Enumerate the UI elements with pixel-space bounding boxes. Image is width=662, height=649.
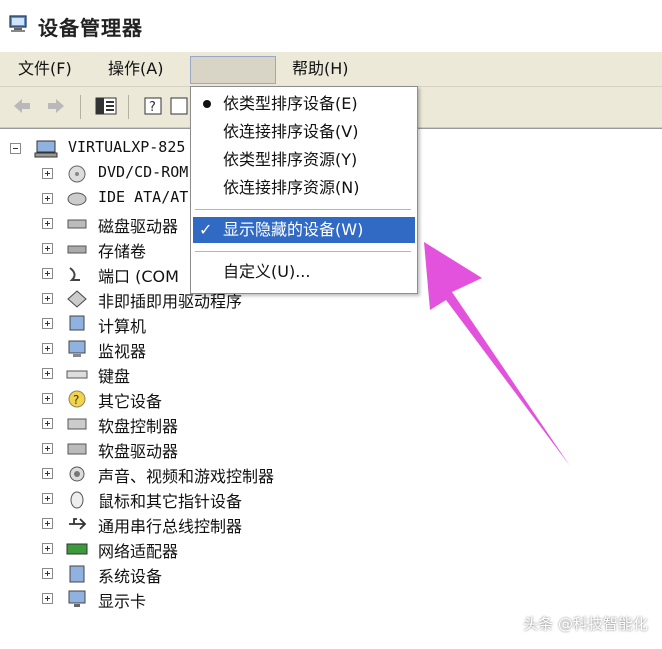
radio-bullet-icon xyxy=(203,100,211,108)
device-manager-icon xyxy=(9,15,27,32)
annotation-arrow-icon xyxy=(424,242,570,466)
computer-name: VIRTUALXP-825 xyxy=(68,138,186,156)
ide-controller-icon xyxy=(67,192,87,206)
network-adapter-icon xyxy=(66,543,88,555)
svg-text:?: ? xyxy=(73,393,79,407)
tree-item-label: 系统设备 xyxy=(98,567,163,586)
non-pnp-driver-icon xyxy=(67,290,87,308)
menu-separator xyxy=(195,209,411,210)
expand-toggle[interactable] xyxy=(42,168,53,179)
expand-toggle[interactable] xyxy=(42,368,53,379)
checkmark-icon: ✓ xyxy=(199,220,213,239)
title-bar: 设备管理器 xyxy=(0,0,662,52)
tree-item[interactable]: 系统设备 xyxy=(0,562,400,586)
view-menu-dropdown: 依类型排序设备(E) 依连接排序设备(V) 依类型排序资源(Y) 依连接排序资源… xyxy=(190,86,418,294)
menu-item-sort-resources-by-type[interactable]: 依类型排序资源(Y) xyxy=(193,147,415,173)
tree-item-label: IDE ATA/AT xyxy=(98,188,189,206)
tree-item-label: 通用串行总线控制器 xyxy=(98,517,243,536)
menu-action[interactable]: 操作(A) xyxy=(104,56,167,82)
tree-item-label: 声音、视频和游戏控制器 xyxy=(98,467,275,486)
expand-toggle[interactable] xyxy=(42,243,53,254)
expand-toggle[interactable] xyxy=(42,593,53,604)
tree-item[interactable]: 鼠标和其它指针设备 xyxy=(0,487,400,511)
menu-item-sort-devices-by-connection[interactable]: 依连接排序设备(V) xyxy=(193,119,415,145)
menu-help[interactable]: 帮助(H) xyxy=(288,56,353,82)
tree-item[interactable]: 键盘 xyxy=(0,362,400,386)
expand-toggle[interactable] xyxy=(42,393,53,404)
menu-item-customize[interactable]: 自定义(U)... xyxy=(193,259,415,285)
tree-item-label: 鼠标和其它指针设备 xyxy=(98,492,243,511)
monitor-icon xyxy=(68,340,86,357)
tree-item-label: 键盘 xyxy=(98,367,131,386)
show-hide-tree-icon[interactable] xyxy=(94,95,118,117)
computer-icon xyxy=(69,315,85,331)
expand-toggle[interactable] xyxy=(42,318,53,329)
menu-item-sort-resources-by-connection[interactable]: 依连接排序资源(N) xyxy=(193,175,415,201)
usb-icon xyxy=(69,518,87,530)
expand-toggle[interactable] xyxy=(42,293,53,304)
toolbar-separator xyxy=(80,95,81,119)
tree-item[interactable]: 软盘驱动器 xyxy=(0,437,400,461)
tree-item[interactable]: ? 其它设备 xyxy=(0,387,400,411)
sound-icon xyxy=(69,466,85,482)
tree-item-label: 磁盘驱动器 xyxy=(98,217,179,236)
menu-item-show-hidden-devices[interactable]: ✓ 显示隐藏的设备(W) xyxy=(193,217,415,243)
tree-item[interactable]: 声音、视频和游戏控制器 xyxy=(0,462,400,486)
expand-toggle[interactable] xyxy=(42,543,53,554)
tree-item[interactable]: 显示卡 xyxy=(0,587,400,611)
menu-separator xyxy=(195,251,411,252)
expand-toggle[interactable] xyxy=(42,443,53,454)
tree-item[interactable]: 计算机 xyxy=(0,312,400,336)
tree-item[interactable]: 监视器 xyxy=(0,337,400,361)
svg-text:?: ? xyxy=(149,100,156,115)
tree-item-label: 网络适配器 xyxy=(98,542,179,561)
tree-item-label: 软盘驱动器 xyxy=(98,442,179,461)
keyboard-icon xyxy=(66,370,88,379)
tree-item-label: 端口 (COM xyxy=(98,267,179,286)
help-icon[interactable] xyxy=(168,95,192,117)
computer-icon xyxy=(34,140,58,158)
expand-toggle[interactable] xyxy=(42,518,53,529)
expand-toggle[interactable] xyxy=(42,268,53,279)
system-device-icon xyxy=(69,565,85,583)
menu-bar: 文件(F) 操作(A) 查看(V) 帮助(H) xyxy=(0,52,662,87)
menu-file[interactable]: 文件(F) xyxy=(14,56,76,82)
tree-item-label: DVD/CD-ROM xyxy=(98,163,189,181)
floppy-controller-icon xyxy=(67,418,87,430)
expand-toggle[interactable] xyxy=(42,418,53,429)
display-adapter-icon xyxy=(68,590,86,607)
storage-volume-icon xyxy=(67,245,87,254)
floppy-drive-icon xyxy=(67,443,87,455)
tree-item-label: 计算机 xyxy=(98,317,147,336)
menu-view[interactable]: 查看(V) xyxy=(190,56,276,84)
window-title: 设备管理器 xyxy=(38,16,143,40)
tree-item-label: 其它设备 xyxy=(98,392,163,411)
expand-toggle[interactable] xyxy=(42,493,53,504)
mouse-icon xyxy=(70,491,84,509)
tree-item[interactable]: 软盘控制器 xyxy=(0,412,400,436)
forward-arrow-icon[interactable] xyxy=(44,95,68,117)
unknown-device-icon: ? xyxy=(68,390,86,408)
cdrom-icon xyxy=(68,165,86,183)
expand-toggle[interactable] xyxy=(42,193,53,204)
tree-item-label: 软盘控制器 xyxy=(98,417,179,436)
expand-toggle[interactable] xyxy=(42,468,53,479)
menu-item-sort-devices-by-type[interactable]: 依类型排序设备(E) xyxy=(193,91,415,117)
watermark: 头条 @科技智能化 xyxy=(523,615,648,633)
collapse-toggle[interactable] xyxy=(10,143,21,154)
properties-icon[interactable]: ? xyxy=(142,95,166,117)
toolbar-separator xyxy=(128,95,129,119)
tree-item[interactable]: 通用串行总线控制器 xyxy=(0,512,400,536)
back-arrow-icon[interactable] xyxy=(10,95,34,117)
tree-item[interactable]: 网络适配器 xyxy=(0,537,400,561)
disk-drive-icon xyxy=(67,219,87,229)
tree-item-label: 存储卷 xyxy=(98,242,147,261)
expand-toggle[interactable] xyxy=(42,343,53,354)
port-icon xyxy=(69,267,80,281)
expand-toggle[interactable] xyxy=(42,218,53,229)
tree-item-label: 显示卡 xyxy=(98,592,147,611)
expand-toggle[interactable] xyxy=(42,568,53,579)
tree-item-label: 监视器 xyxy=(98,342,147,361)
